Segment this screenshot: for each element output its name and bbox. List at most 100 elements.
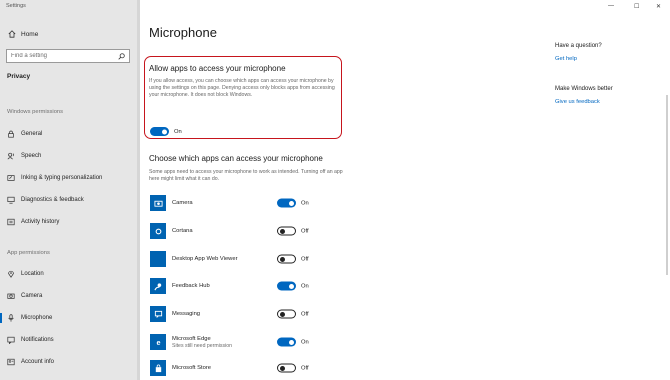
window-title: Settings <box>6 3 26 9</box>
sidebar-item-label: Inking & typing personalization <box>21 175 103 181</box>
app-toggle[interactable]: Off <box>277 309 309 319</box>
toggle-state-label: Off <box>301 311 309 317</box>
app-subtitle: Sites still need permission <box>172 342 232 349</box>
toggle-switch[interactable] <box>150 127 169 136</box>
cortana-app-icon <box>150 223 166 239</box>
app-row-messaging: Messaging Off <box>150 304 330 324</box>
allow-description: If you allow access, you can choose whic… <box>149 78 335 98</box>
app-toggle[interactable]: On <box>277 337 309 347</box>
speech-icon <box>6 152 15 161</box>
app-name: Feedback Hub <box>172 283 210 289</box>
edge-icon: e <box>150 334 166 350</box>
page-title: Microphone <box>149 25 217 40</box>
toggle-switch[interactable] <box>277 337 296 347</box>
sidebar-item-label: General <box>21 131 43 137</box>
sidebar-item-label: Microphone <box>21 315 53 321</box>
notifications-icon <box>6 336 15 345</box>
sidebar-item-speech[interactable]: Speech <box>0 149 140 163</box>
diagnostics-icon <box>6 196 15 205</box>
app-name: Camera <box>172 200 193 206</box>
app-name: Messaging <box>172 311 201 317</box>
inking-icon <box>6 174 15 183</box>
main-panel: — ☐ ✕ Microphone Allow apps to access yo… <box>140 0 670 380</box>
sidebar-item-label: Location <box>21 271 44 277</box>
allow-heading: Allow apps to access your microphone <box>149 64 286 73</box>
toggle-state-label: On <box>301 200 309 206</box>
app-row-feedback-hub: Feedback Hub On <box>150 276 330 296</box>
sidebar-item-label: Account info <box>21 359 55 365</box>
sidebar-item-label: Speech <box>21 153 42 159</box>
sidebar-item-account-info[interactable]: Account info <box>0 355 140 369</box>
search-icon[interactable] <box>118 47 125 65</box>
home-icon <box>7 30 16 38</box>
app-toggle[interactable]: Off <box>277 254 309 264</box>
minimize-button[interactable]: — <box>608 3 614 9</box>
toggle-state-label: Off <box>301 365 309 371</box>
app-row-microsoft-store: Microsoft Store Off <box>150 358 330 378</box>
toggle-state-label: Off <box>301 256 309 262</box>
search-box[interactable] <box>6 49 130 63</box>
close-button[interactable]: ✕ <box>656 3 661 10</box>
sidebar-item-camera[interactable]: Camera <box>0 289 140 303</box>
get-help-link[interactable]: Get help <box>555 56 577 62</box>
toggle-switch[interactable] <box>277 254 296 264</box>
choose-apps-heading: Choose which apps can access your microp… <box>149 154 323 163</box>
sidebar-item-activity-history[interactable]: Activity history <box>0 215 140 229</box>
toggle-state-label: Off <box>301 228 309 234</box>
windows-permissions-heading: Windows permissions <box>7 109 64 115</box>
camera-app-icon <box>150 195 166 211</box>
app-toggle[interactable]: Off <box>277 226 309 236</box>
toggle-state-label: On <box>301 339 309 345</box>
toggle-state-label: On <box>174 128 182 135</box>
app-row-camera: Camera On <box>150 193 330 213</box>
sidebar-item-notifications[interactable]: Notifications <box>0 333 140 347</box>
app-toggle[interactable]: Off <box>277 363 309 373</box>
sidebar-item-label: Diagnostics & feedback <box>21 197 84 203</box>
app-toggle[interactable]: On <box>277 198 309 208</box>
app-name: Cortana <box>172 228 193 234</box>
activity-icon <box>6 218 15 227</box>
app-name: Desktop App Web Viewer <box>172 256 238 262</box>
question-heading: Have a question? <box>555 43 602 49</box>
maximize-button[interactable]: ☐ <box>634 3 639 10</box>
toggle-switch[interactable] <box>277 198 296 208</box>
choose-apps-description: Some apps need to access your microphone… <box>149 169 343 182</box>
sidebar-item-label: Notifications <box>21 337 54 343</box>
nav-home[interactable]: Home <box>7 28 38 40</box>
sidebar-item-location[interactable]: Location <box>0 267 140 281</box>
account-icon <box>6 358 15 367</box>
app-name: Microsoft Store <box>172 365 211 371</box>
microphone-icon <box>6 314 15 323</box>
nav-home-label: Home <box>21 30 39 38</box>
lock-icon <box>6 130 15 139</box>
camera-icon <box>6 292 15 301</box>
sidebar-item-label: Activity history <box>21 219 60 225</box>
app-row-cortana: Cortana Off <box>150 221 330 241</box>
section-title: Privacy <box>7 73 31 80</box>
app-row-desktop-app-web-viewer: Desktop App Web Viewer Off <box>150 249 330 269</box>
svg-text:e: e <box>156 338 160 347</box>
make-windows-better-heading: Make Windows better <box>555 86 613 92</box>
toggle-switch[interactable] <box>277 363 296 373</box>
sidebar: Settings Home Privacy Windows permission… <box>0 0 140 380</box>
main-scrollbar[interactable] <box>666 95 668 275</box>
app-name: Microsoft Edge <box>172 335 211 342</box>
app-toggle[interactable]: On <box>277 281 309 291</box>
toggle-state-label: On <box>301 283 309 289</box>
toggle-switch[interactable] <box>277 281 296 291</box>
feedback-hub-icon <box>150 278 166 294</box>
microphone-access-toggle[interactable]: On <box>150 127 182 136</box>
sidebar-item-microphone[interactable]: Microphone <box>0 311 140 325</box>
toggle-switch[interactable] <box>277 226 296 236</box>
location-icon <box>6 270 15 279</box>
sidebar-item-general[interactable]: General <box>0 127 140 141</box>
search-input[interactable] <box>11 53 111 59</box>
sidebar-item-diagnostics[interactable]: Diagnostics & feedback <box>0 193 140 207</box>
messaging-icon <box>150 306 166 322</box>
toggle-switch[interactable] <box>277 309 296 319</box>
sidebar-item-inking[interactable]: Inking & typing personalization <box>0 171 140 185</box>
app-row-microsoft-edge: e Microsoft Edge Sites still need permis… <box>150 332 330 352</box>
give-feedback-link[interactable]: Give us feedback <box>555 99 600 105</box>
store-icon <box>150 360 166 376</box>
desktop-app-web-viewer-icon <box>150 251 166 267</box>
